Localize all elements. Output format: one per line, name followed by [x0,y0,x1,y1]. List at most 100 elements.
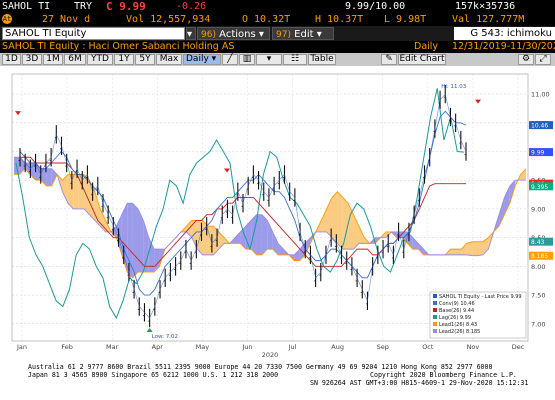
cloud-segment [472,241,478,256]
y-tick-label: 9.00 [531,205,545,213]
edit-chart-button[interactable]: Edit Chart [398,54,446,65]
x-tick-label: Sep [377,343,389,351]
security-title: SAHOL TI Equity : Haci Omer Sabanci Hold… [2,41,235,52]
edit-number: 97) [276,30,291,40]
x-tick-label: Aug [331,343,344,351]
currency-label: TRY [74,1,93,12]
x-tick-label: Dec [512,343,525,351]
period-5y-button[interactable]: 5Y [135,54,155,65]
cloud-segment [477,241,483,256]
legend-swatch [433,329,437,333]
pencil-icon[interactable]: ✎ [381,54,397,65]
period-label: Daily [414,41,439,52]
chevron-down-icon: ▾ [258,29,264,40]
high-annotation: Hi: 11.03 [441,84,467,90]
low-annotation: Low: 7.02 [152,334,178,340]
value-tag-label: 8.185 [531,253,548,260]
quote-bar: SAHOL TI TRY C 9.99 -0.26 9.99/10.00 157… [0,0,555,13]
y-tick-label: 8.00 [531,263,545,271]
edit-menu[interactable]: 97) Edit ▾ [272,27,334,40]
actions-menu[interactable]: 96) Actions ▾ [197,27,270,40]
table-button[interactable]: Table [308,54,336,65]
ticker-symbol: SAHOL TI [2,1,51,12]
cloud-segment [256,214,262,255]
chart-legend: SAHOL TI Equity - Last Price 9.99Conv(9)… [429,291,527,339]
expand-icon[interactable]: ⤢ [535,54,551,65]
y-tick-label: 7.00 [531,320,545,328]
legend-label: Lead1(26) 8.43 [439,322,477,328]
value-tag-label: 9.395 [531,184,548,191]
period-max-button[interactable]: Max [156,54,182,65]
chart-style-icon[interactable]: ▾ [256,54,282,65]
footer-phones-line2: Japan 81 3 4565 8900 Singapore 65 6212 1… [28,371,279,379]
frequency-select[interactable]: Daily ▾ [183,54,221,65]
footer-copyright: Copyright 2020 Bloomberg Finance L.P. [370,371,517,379]
quote-details-bar: At 27 Nov d Vol 12,557,934 O 10.32T H 10… [0,13,555,26]
line-chart-icon[interactable]: ╱ [222,54,238,65]
bar-chart-icon[interactable]: ▥ [239,54,255,65]
x-tick-label: Nov [467,343,480,351]
legend-swatch [433,322,437,326]
period-1m-button[interactable]: 1M [43,54,63,65]
y-tick-label: 11.00 [531,91,550,99]
open-price: O 10.32T [242,14,291,25]
x-tick-label: Oct [422,343,434,351]
legend-label: Lag(26) 9.99 [439,315,471,321]
cloud-segment [261,214,268,255]
cloud-segment [73,174,79,209]
x-tick-label: Jun [241,343,252,351]
traded-value: Val 127.777M [452,14,525,25]
chevron-down-icon: ▾ [208,54,217,64]
legend-label: Base(26) 9.44 [439,308,474,314]
last-price: C 9.99 [106,0,146,13]
frequency-value: Daily [186,54,209,64]
period-1d-button[interactable]: 1D [2,54,21,65]
cloud-segment [132,203,138,278]
function-code[interactable]: G 543: ichimoku [454,27,555,40]
x-tick-label: Jul [288,343,297,351]
security-title-bar: SAHOL TI Equity : Haci Omer Sabanci Hold… [0,41,555,53]
low-price: L 9.98T [384,14,427,25]
ichimoku-chart: 7.007.508.008.509.009.5010.0010.5011.00J… [0,66,555,361]
settings-icon[interactable]: ⚙ [518,54,534,65]
legend-swatch [433,301,437,305]
date-range[interactable]: 12/31/2019-11/30/2020 [452,41,555,53]
period-ytd-button[interactable]: YTD [87,54,113,65]
price-change: -0.26 [176,1,207,12]
period-1y-button[interactable]: 1Y [114,54,134,65]
legend-label: SAHOL TI Equity - Last Price 9.99 [439,294,522,300]
x-tick-label: Feb [61,343,73,351]
actions-number: 96) [201,30,216,40]
cloud-segment [46,168,52,186]
legend-label: Conv(9) 10.46 [439,301,475,307]
cloud-segment [455,249,462,255]
table-icon[interactable]: ☷ [283,54,307,65]
legend-swatch [433,294,437,298]
legend-swatch [433,308,437,312]
footer-phones-line1: Australia 61 2 9777 8600 Brazil 5511 239… [28,363,493,371]
period-6m-button[interactable]: 6M [64,54,86,65]
cloud-segment [342,197,349,250]
at-icon: At [2,14,12,24]
x-year-label: 2020 [262,351,279,359]
x-tick-label: May [196,343,210,351]
x-tick-label: Mar [106,343,119,351]
dropdown-arrow-icon[interactable]: ▾ [186,27,196,40]
command-toolbar: SAHOL TI Equity ▾ 96) Actions ▾ 97) Edit… [0,26,555,41]
security-input[interactable]: SAHOL TI Equity [2,27,185,40]
footer-session-info: SN 926264 AST GMT+3:00 H815-4609-1 29-No… [310,379,529,387]
volume: Vol 12,557,934 [126,14,211,25]
x-tick-label: Jan [16,343,27,351]
edit-label: Edit [294,29,314,40]
x-tick-label: Apr [152,343,164,351]
cloud-segment [450,249,456,255]
period-3d-button[interactable]: 3D [22,54,42,65]
actions-label: Actions [219,29,256,40]
cloud-segment [466,241,473,256]
cloud-segment [337,191,343,250]
quote-date: 27 Nov d [42,14,91,25]
copyright-footer: Australia 61 2 9777 8600 Brazil 5511 239… [0,361,555,400]
high-price: H 10.37T [315,14,364,25]
period-toolbar: 1D 3D 1M 6M YTD 1Y 5Y Max Daily ▾ ╱ ▥ ▾ … [0,53,555,66]
legend-label: Lead2(26) 8.185 [439,329,480,335]
